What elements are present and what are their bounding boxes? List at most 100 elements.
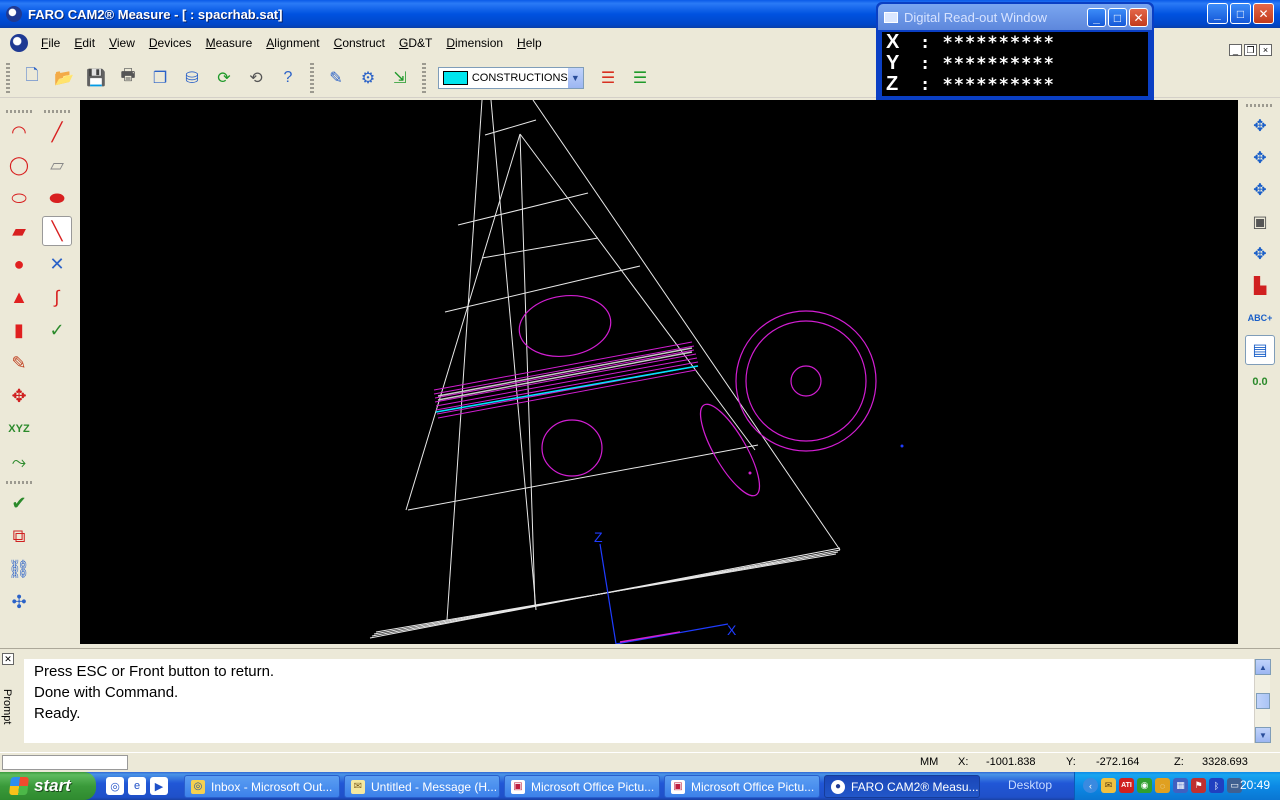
cone-icon[interactable]: ▲ [4, 282, 34, 312]
doc-restore-button[interactable]: ❐ [1244, 44, 1257, 56]
probe-icon[interactable]: ✎ [4, 348, 34, 378]
spline-icon[interactable]: ∫ [42, 282, 72, 312]
move-icon[interactable]: ✥ [1245, 239, 1275, 269]
menu-gdt[interactable]: GD&T [392, 36, 439, 50]
palette-grip[interactable] [6, 110, 34, 113]
transform-icon[interactable]: ✥ [4, 381, 34, 411]
dro-titlebar[interactable]: Digital Read-out Window _ □ ✕ [878, 4, 1152, 30]
close-button[interactable]: ✕ [1253, 3, 1274, 24]
add-label-icon[interactable]: ABC+ [1245, 303, 1275, 333]
close-icon[interactable]: ✕ [2, 653, 14, 665]
taskbar-item-outlook-inbox[interactable]: ◎ Inbox - Microsoft Out... [184, 775, 340, 798]
arc-icon[interactable]: ◠ [4, 117, 34, 147]
palette-grip[interactable] [1246, 104, 1274, 107]
expand-tray-icon[interactable]: ‹ [1083, 778, 1098, 793]
doc-minimize-button[interactable]: _ [1229, 44, 1242, 56]
rotate-view-icon[interactable]: ✥ [1245, 175, 1275, 205]
menu-dimension[interactable]: Dimension [439, 36, 510, 50]
bucket-icon[interactable]: ⛁ [178, 64, 206, 92]
network-icon[interactable]: ✣ [4, 587, 34, 617]
network-icon[interactable]: ▦ [1173, 778, 1188, 793]
layers-color-icon[interactable]: ☰ [626, 64, 654, 92]
group-icon[interactable]: ⧉ [4, 521, 34, 551]
minimize-button[interactable]: _ [1207, 3, 1228, 24]
app-logo-icon[interactable] [6, 6, 22, 22]
antivirus-icon[interactable]: ⚑ [1191, 778, 1206, 793]
media-player-icon[interactable]: ▶ [150, 777, 168, 795]
taskbar-item-message[interactable]: ✉ Untitled - Message (H... [344, 775, 500, 798]
rotate-green-icon[interactable]: ⟳ [210, 64, 238, 92]
sphere-icon[interactable]: ● [4, 249, 34, 279]
outlook-icon[interactable]: ◎ [106, 777, 124, 795]
xyz-point-icon[interactable]: XYZ [4, 414, 34, 444]
menu-file[interactable]: File [34, 36, 67, 50]
scan-icon[interactable]: ⤳ [4, 447, 34, 477]
check-feature-icon[interactable]: ✔ [4, 488, 34, 518]
dro-close-button[interactable]: ✕ [1129, 8, 1148, 27]
taskbar-item-picture-manager-2[interactable]: ▣ Microsoft Office Pictu... [664, 775, 820, 798]
security-icon[interactable]: ◉ [1137, 778, 1152, 793]
new-file-icon[interactable]: 🗋 [18, 64, 46, 92]
zoom-icon[interactable]: ✥ [1245, 143, 1275, 173]
circle-icon[interactable]: ◯ [4, 150, 34, 180]
copy-icon[interactable]: ❐ [146, 64, 174, 92]
mail-icon[interactable]: ✉ [1101, 778, 1116, 793]
scroll-down-icon[interactable]: ▼ [1255, 727, 1271, 743]
layers-icon[interactable]: ☰ [594, 64, 622, 92]
menu-edit[interactable]: Edit [67, 36, 102, 50]
edit-document-icon[interactable]: ✎ [322, 64, 350, 92]
updates-icon[interactable]: ◌ [1155, 778, 1170, 793]
help-icon[interactable]: ? [274, 64, 302, 92]
rotate-gray-icon[interactable]: ⟲ [242, 64, 270, 92]
chart-icon[interactable]: ▙ [1245, 271, 1275, 301]
toolbar-grip[interactable] [6, 62, 10, 93]
palette-grip[interactable] [6, 481, 34, 484]
prompt-output[interactable]: Press ESC or Front button to return. Don… [24, 659, 1254, 743]
document-settings-icon[interactable]: ⚙ [354, 64, 382, 92]
dro-minimize-button[interactable]: _ [1087, 8, 1106, 27]
prompt-scrollbar[interactable]: ▲ ▼ [1254, 659, 1271, 743]
desktop-toolbar-label[interactable]: Desktop [1008, 778, 1052, 792]
surface-icon[interactable]: ▱ [42, 150, 72, 180]
slot-icon[interactable]: ⬬ [42, 183, 72, 213]
scroll-thumb[interactable] [1256, 693, 1270, 709]
verify-icon[interactable]: ✓ [42, 315, 72, 345]
menu-measure[interactable]: Measure [199, 36, 260, 50]
toolbar-grip[interactable] [310, 62, 314, 93]
document-logo-icon[interactable] [10, 34, 28, 52]
numeric-display-icon[interactable]: 0.0 [1245, 367, 1275, 397]
ati-icon[interactable]: ATI [1119, 778, 1134, 793]
link-icon[interactable]: ⛓ [4, 554, 34, 584]
internet-explorer-icon[interactable]: e [128, 777, 146, 795]
taskbar-item-picture-manager-1[interactable]: ▣ Microsoft Office Pictu... [504, 775, 660, 798]
palette-grip[interactable] [44, 110, 72, 113]
plane-icon[interactable]: ▰ [4, 216, 34, 246]
ellipse-icon[interactable]: ⬭ [4, 183, 34, 213]
toolbar-grip[interactable] [422, 62, 426, 93]
pan-icon[interactable]: ✥ [1245, 111, 1275, 141]
line-2d-icon[interactable]: ╱ [42, 117, 72, 147]
menu-alignment[interactable]: Alignment [259, 36, 326, 50]
menu-view[interactable]: View [102, 36, 142, 50]
scroll-up-icon[interactable]: ▲ [1255, 659, 1271, 675]
start-button[interactable]: start [0, 772, 96, 800]
save-icon[interactable]: 💾 [82, 64, 110, 92]
window-layout-icon[interactable]: ▤ [1245, 335, 1275, 365]
doc-close-button[interactable]: × [1259, 44, 1272, 56]
digital-readout-window[interactable]: Digital Read-out Window _ □ ✕ X : ******… [876, 2, 1154, 100]
open-folder-icon[interactable]: 📂 [50, 64, 78, 92]
line-icon[interactable]: ╲ [42, 216, 72, 246]
intersection-icon[interactable]: ✕ [42, 249, 72, 279]
bluetooth-icon[interactable]: ᛒ [1209, 778, 1224, 793]
menu-help[interactable]: Help [510, 36, 549, 50]
dro-maximize-button[interactable]: □ [1108, 8, 1127, 27]
taskbar-item-faro-cam2[interactable]: ● FARO CAM2® Measu... [824, 775, 980, 798]
menu-construct[interactable]: Construct [327, 36, 392, 50]
cylinder-icon[interactable]: ▮ [4, 315, 34, 345]
export-document-icon[interactable]: ⇲ [386, 64, 414, 92]
view-cube-icon[interactable]: ▣ [1245, 207, 1275, 237]
print-icon[interactable]: 🖶 [114, 64, 142, 92]
maximize-button[interactable]: □ [1230, 3, 1251, 24]
chevron-down-icon[interactable]: ▼ [567, 67, 583, 88]
cad-viewport[interactable]: Z X [80, 100, 1238, 644]
